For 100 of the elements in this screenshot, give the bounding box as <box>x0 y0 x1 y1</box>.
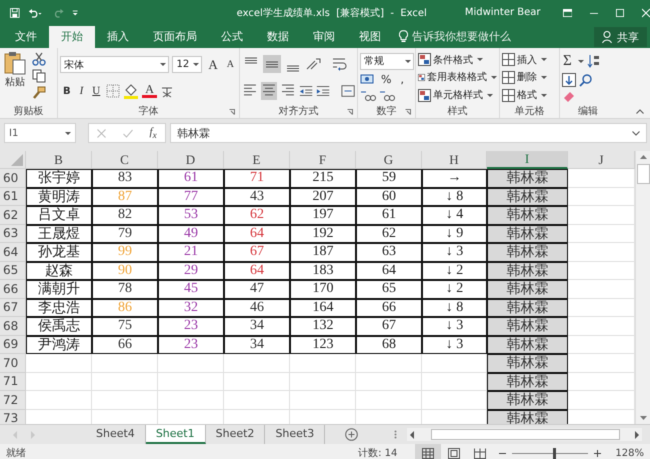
border-icon[interactable] <box>106 84 120 98</box>
ribbon-tab[interactable]: 文件 <box>3 26 49 48</box>
undo-icon[interactable] <box>28 6 42 18</box>
maximize-icon[interactable] <box>616 8 624 18</box>
bold-button[interactable]: B <box>60 86 74 97</box>
row-header[interactable]: 62 <box>0 206 26 224</box>
ribbon-tab[interactable]: 审阅 <box>301 26 347 48</box>
column-header[interactable]: H <box>422 151 487 169</box>
row-header[interactable]: 63 <box>0 224 26 243</box>
row-header[interactable]: 73 <box>0 410 26 424</box>
row-header[interactable]: 61 <box>0 188 26 206</box>
insert-function-button[interactable]: f$_{x}$ <box>150 126 157 140</box>
grow-font-button[interactable]: A <box>205 56 221 73</box>
ribbon-tab[interactable]: 公式 <box>209 26 255 48</box>
row-header[interactable]: 60 <box>0 169 26 188</box>
comma-button[interactable]: , <box>397 72 407 86</box>
table-cell: 61 <box>158 169 224 188</box>
table-cell: 黄明涛 <box>26 188 92 206</box>
row-header[interactable]: 70 <box>0 354 26 372</box>
row-header[interactable]: 68 <box>0 317 26 336</box>
styles-menu-button[interactable]: 套用表格格式 <box>418 70 497 84</box>
window-title: excel学生成绩单.xls [兼容模式] - Excel <box>236 6 427 20</box>
dialog-launcher-icon[interactable] <box>347 109 353 115</box>
autosum-button[interactable]: Σ <box>562 52 573 70</box>
ribbon-tab[interactable]: 插入 <box>95 26 141 48</box>
increase-indent-icon[interactable] <box>316 84 330 98</box>
decrease-indent-icon[interactable] <box>298 84 313 98</box>
italic-button[interactable]: I <box>76 85 86 98</box>
fill-color-icon[interactable] <box>123 84 140 99</box>
column-header[interactable]: G <box>356 151 422 169</box>
cells-menu-button[interactable]: 删除 <box>502 70 557 84</box>
font-color-button[interactable]: A <box>142 84 157 98</box>
row-header[interactable]: 65 <box>0 262 26 280</box>
expand-icon[interactable] <box>632 130 640 136</box>
sheet-tab[interactable]: Sheet1 <box>146 425 206 444</box>
cells-menu-button[interactable]: 插入 <box>502 52 557 67</box>
search-icon[interactable] <box>579 72 593 87</box>
row-header[interactable]: 69 <box>0 336 26 354</box>
percent-button[interactable]: % <box>378 72 394 86</box>
column-header[interactable]: D <box>158 151 224 169</box>
normal-view-icon[interactable] <box>415 444 442 459</box>
styles-menu-button[interactable]: 条件格式 <box>418 52 497 67</box>
customize-icon[interactable] <box>72 8 79 16</box>
format-painter-icon[interactable] <box>32 86 46 100</box>
column-header[interactable]: J <box>568 151 635 169</box>
copy-icon[interactable] <box>32 69 46 83</box>
scrollbar-thumb[interactable] <box>431 429 620 440</box>
tell-me-search[interactable]: 告诉我你想要做什么 <box>412 26 511 48</box>
close-icon[interactable] <box>642 8 650 18</box>
ribbon-display-icon[interactable] <box>562 8 572 18</box>
table-cell: 79 <box>92 224 158 243</box>
orientation-icon[interactable] <box>305 57 321 72</box>
column-header[interactable]: I <box>487 151 568 169</box>
cells-menu-button[interactable]: 格式 <box>502 88 557 102</box>
zoom-in-icon[interactable] <box>594 450 602 456</box>
cut-icon[interactable] <box>32 52 46 66</box>
formula-field[interactable]: 韩林霖 <box>170 123 647 143</box>
number-format-dropdown[interactable]: 常规 <box>360 52 414 70</box>
column-header[interactable]: C <box>92 151 158 169</box>
name-box[interactable]: I1 <box>4 123 76 143</box>
add-sheet-icon[interactable] <box>345 428 358 441</box>
dialog-launcher-icon[interactable] <box>405 109 411 115</box>
vertical-align-button[interactable] <box>263 55 281 74</box>
row-header[interactable]: 71 <box>0 372 26 391</box>
row-header[interactable]: 72 <box>0 391 26 410</box>
horizontal-align-button[interactable] <box>260 82 277 100</box>
scrollbar-thumb[interactable] <box>636 164 650 184</box>
table-cell: ↓ 2 <box>422 280 487 298</box>
font-name-dropdown[interactable]: 宋体 <box>60 56 170 74</box>
row-header[interactable]: 64 <box>0 243 26 262</box>
fill-down-icon[interactable] <box>562 72 576 87</box>
ribbon-tab[interactable]: 数据 <box>255 26 301 48</box>
column-header[interactable]: B <box>26 151 92 169</box>
wrap-text-icon[interactable] <box>332 57 348 72</box>
share-button[interactable]: 共享 <box>594 27 647 47</box>
paste-button[interactable]: 粘贴 <box>2 51 28 104</box>
shrink-font-button[interactable]: A <box>224 59 237 70</box>
dialog-launcher-icon[interactable] <box>229 109 235 115</box>
row-header[interactable]: 66 <box>0 280 26 298</box>
ribbon-tab[interactable]: 视图 <box>347 26 393 48</box>
increase-decimal-icon[interactable] <box>360 89 376 102</box>
ribbon-tab[interactable]: 开始 <box>49 26 95 48</box>
collapse-ribbon-icon[interactable] <box>636 109 644 114</box>
styles-menu-button[interactable]: 单元格样式 <box>418 88 497 102</box>
font-size-dropdown[interactable]: 12 <box>172 56 202 74</box>
merge-center-icon[interactable] <box>340 84 355 98</box>
underline-button[interactable]: U <box>89 85 104 98</box>
save-icon[interactable] <box>10 6 20 18</box>
column-header[interactable]: E <box>224 151 290 169</box>
column-header[interactable]: F <box>290 151 356 169</box>
currency-icon[interactable] <box>360 72 375 86</box>
decrease-decimal-icon[interactable] <box>379 89 395 102</box>
row-header[interactable]: 67 <box>0 298 26 317</box>
splitter-handle-icon[interactable] <box>394 430 397 439</box>
zoom-thumb[interactable] <box>552 448 556 458</box>
scroll-right-icon[interactable] <box>632 428 642 440</box>
table-cell: 170 <box>290 280 356 298</box>
sort-icon[interactable] <box>586 54 601 68</box>
ribbon-tab[interactable]: 页面布局 <box>141 26 209 48</box>
zoom-level-text[interactable]: 128% <box>615 448 644 458</box>
